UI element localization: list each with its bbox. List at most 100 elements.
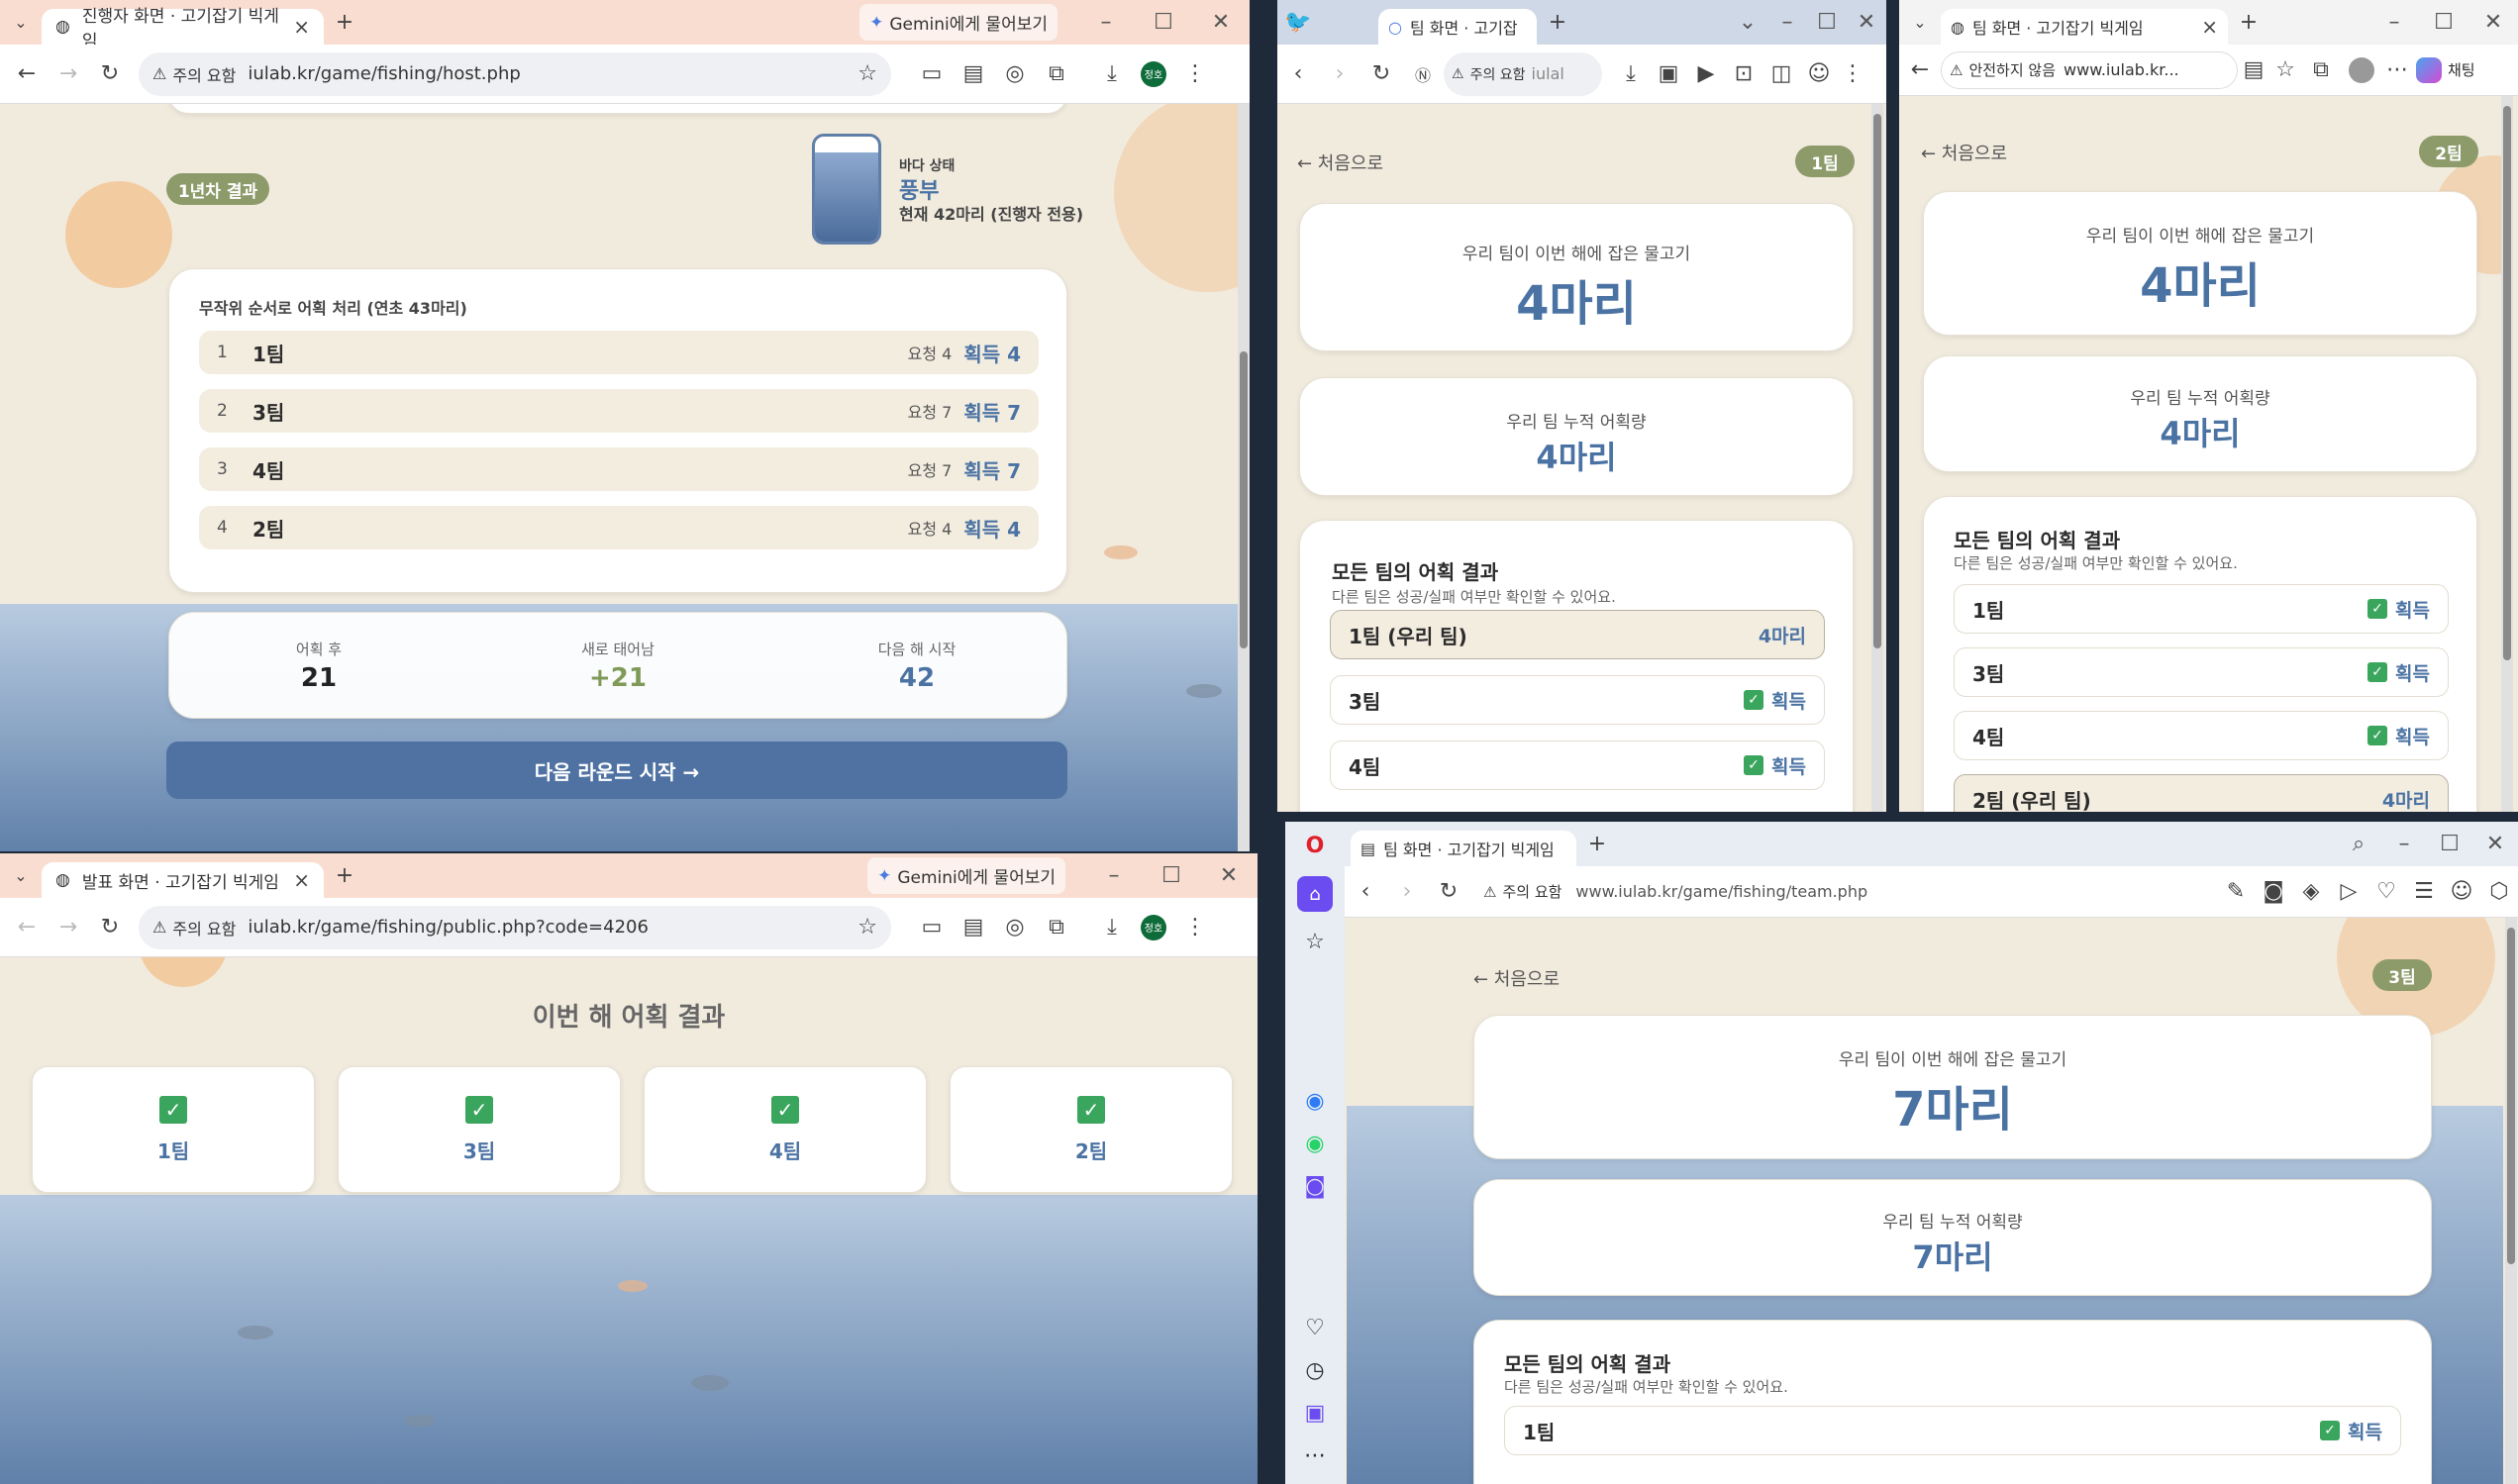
new-tab-button[interactable]: +: [324, 10, 365, 35]
minimize-icon[interactable]: –: [1077, 10, 1135, 35]
bookmark-star-icon[interactable]: ☆: [857, 61, 877, 86]
chat-label[interactable]: 채팅: [2448, 59, 2475, 80]
music-icon[interactable]: ◙: [1304, 1174, 1325, 1199]
messenger-icon[interactable]: ◉: [1305, 1089, 1324, 1114]
shield-icon[interactable]: ◈: [2292, 879, 2330, 904]
close-tab-icon[interactable]: ×: [293, 868, 310, 892]
back-icon[interactable]: ←: [6, 915, 48, 940]
minimize-icon[interactable]: –: [1767, 10, 1807, 35]
cast-icon[interactable]: ▭: [911, 915, 953, 940]
cast-icon[interactable]: ▭: [911, 61, 953, 86]
star-icon[interactable]: ☆: [1305, 930, 1325, 954]
team1-tab[interactable]: ○ 팀 화면 · 고기잡: [1378, 9, 1537, 45]
new-tab-button[interactable]: +: [1537, 10, 1578, 35]
tab-list-icon[interactable]: ⌄: [1728, 10, 1767, 35]
next-round-button[interactable]: 다음 라운드 시작 →: [166, 742, 1067, 799]
team1-scrollbar[interactable]: [1871, 104, 1883, 812]
warning-badge[interactable]: ⚠ 주의 요함: [152, 62, 236, 86]
address-bar[interactable]: ⚠ 주의 요함 iulal: [1444, 51, 1602, 96]
minimize-icon[interactable]: –: [2381, 832, 2427, 856]
back-icon[interactable]: ‹: [1345, 879, 1386, 904]
new-tab-button[interactable]: +: [324, 863, 365, 888]
profile-avatar[interactable]: 정호: [1141, 914, 1166, 940]
profile-avatar[interactable]: [2349, 56, 2374, 83]
forward-icon[interactable]: →: [48, 61, 89, 86]
menu-icon[interactable]: ⋮: [1174, 61, 1216, 86]
maximize-icon[interactable]: ☐: [1135, 10, 1192, 35]
close-icon[interactable]: ✕: [2468, 10, 2518, 35]
twitter-icon[interactable]: 🐦: [1277, 10, 1319, 35]
tab-list-icon[interactable]: ⌄: [0, 866, 42, 885]
extensions-icon[interactable]: ⧉: [1036, 61, 1077, 86]
address-bar[interactable]: ⚠ 주의 요함 iulab.kr/game/fishing/public.php?…: [139, 905, 891, 949]
tab-list-icon[interactable]: ⌄: [1899, 13, 1941, 32]
back-icon[interactable]: ←: [6, 61, 48, 86]
download-icon[interactable]: ⤓: [1091, 915, 1133, 940]
team3-scrollbar[interactable]: [2505, 918, 2517, 1484]
menu-icon[interactable]: ⋯: [2382, 57, 2412, 82]
close-icon[interactable]: ✕: [1200, 863, 1258, 888]
address-bar[interactable]: ⚠ 주의 요함 www.iulab.kr/game/fishing/team.ph…: [1469, 873, 2064, 911]
tab-list-icon[interactable]: ⌄: [0, 13, 42, 32]
back-to-start-link[interactable]: ← 처음으로: [1297, 149, 1383, 175]
cube-icon[interactable]: ⬡: [2480, 879, 2518, 904]
opera-logo-icon[interactable]: O: [1306, 834, 1325, 858]
address-bar[interactable]: ⚠ 주의 요함 iulab.kr/game/fishing/host.php ☆: [139, 51, 891, 96]
maximize-icon[interactable]: ☐: [2419, 10, 2468, 35]
new-tab-button[interactable]: +: [1576, 832, 1618, 856]
heart-icon[interactable]: ♡: [1305, 1316, 1325, 1340]
download-icon[interactable]: ⤓: [1612, 61, 1650, 86]
forward-icon[interactable]: →: [48, 915, 89, 940]
close-icon[interactable]: ✕: [1847, 10, 1886, 35]
back-to-start-link[interactable]: ← 처음으로: [1921, 140, 2007, 165]
back-icon[interactable]: ‹: [1277, 61, 1319, 86]
menu-icon[interactable]: ⋮: [1838, 61, 1867, 86]
account-icon[interactable]: ☺: [2443, 879, 2480, 904]
easy-setup-icon[interactable]: ☰: [2405, 879, 2443, 904]
reader-icon[interactable]: ▤: [2238, 57, 2269, 82]
minimize-icon[interactable]: –: [1085, 863, 1143, 888]
video-icon[interactable]: ▶: [1687, 61, 1725, 86]
minimize-icon[interactable]: –: [2369, 10, 2419, 35]
extensions-icon[interactable]: ⧉: [1036, 915, 1077, 940]
team3-tab[interactable]: ▤ 팀 화면 · 고기잡기 빅게임: [1351, 831, 1576, 866]
forward-icon[interactable]: ›: [1386, 879, 1428, 904]
menu-icon[interactable]: ⋮: [1174, 915, 1216, 940]
whatsapp-icon[interactable]: ◉: [1305, 1132, 1324, 1156]
save-icon[interactable]: ▣: [1650, 61, 1687, 86]
reader-icon[interactable]: ▤: [953, 61, 994, 86]
history-icon[interactable]: ◷: [1305, 1358, 1324, 1383]
lens-icon[interactable]: ◎: [994, 61, 1036, 86]
search-icon[interactable]: ⌕: [2336, 832, 2381, 856]
warning-badge[interactable]: ⚠ 안전하지 않음: [1950, 59, 2056, 80]
maximize-icon[interactable]: ☐: [1143, 863, 1200, 888]
copilot-icon[interactable]: [2416, 56, 2442, 83]
maximize-icon[interactable]: ☐: [2427, 832, 2472, 856]
reload-icon[interactable]: ↻: [89, 915, 131, 940]
close-icon[interactable]: ✕: [2472, 832, 2518, 856]
home-icon[interactable]: ⌂: [1297, 876, 1333, 912]
close-tab-icon[interactable]: ×: [293, 15, 310, 39]
reload-icon[interactable]: ↻: [1428, 879, 1469, 904]
address-bar[interactable]: ⚠ 안전하지 않음 www.iulab.kr...: [1941, 50, 2238, 89]
favorite-icon[interactable]: ☆: [2269, 57, 2301, 82]
account-icon[interactable]: ☺: [1800, 61, 1838, 86]
download-icon[interactable]: ⤓: [1091, 61, 1133, 86]
back-to-start-link[interactable]: ← 처음으로: [1473, 965, 1560, 991]
notion-icon[interactable]: Ⓝ: [1402, 62, 1444, 86]
host-tab[interactable]: ◍ 진행자 화면 · 고기잡기 빅게임 ×: [42, 7, 324, 51]
reload-icon[interactable]: ↻: [1360, 61, 1402, 86]
maximize-icon[interactable]: ☐: [1807, 10, 1847, 35]
warning-badge[interactable]: ⚠ 주의 요함: [152, 916, 236, 940]
reload-icon[interactable]: ↻: [89, 61, 131, 86]
back-icon[interactable]: ←: [1899, 57, 1941, 82]
warning-badge[interactable]: ⚠ 주의 요함: [1452, 64, 1526, 84]
heart-toolbar-icon[interactable]: ♡: [2367, 879, 2405, 904]
edit-icon[interactable]: ✎: [2217, 879, 2255, 904]
forward-icon[interactable]: ›: [1319, 61, 1360, 86]
gemini-button[interactable]: ✦ Gemini에게 물어보기: [867, 857, 1065, 894]
gemini-button[interactable]: ✦ Gemini에게 물어보기: [859, 4, 1058, 41]
camera-icon[interactable]: ◙: [2255, 879, 2292, 904]
profile-avatar[interactable]: 정호: [1141, 60, 1166, 87]
split-icon[interactable]: ◫: [1763, 61, 1800, 86]
